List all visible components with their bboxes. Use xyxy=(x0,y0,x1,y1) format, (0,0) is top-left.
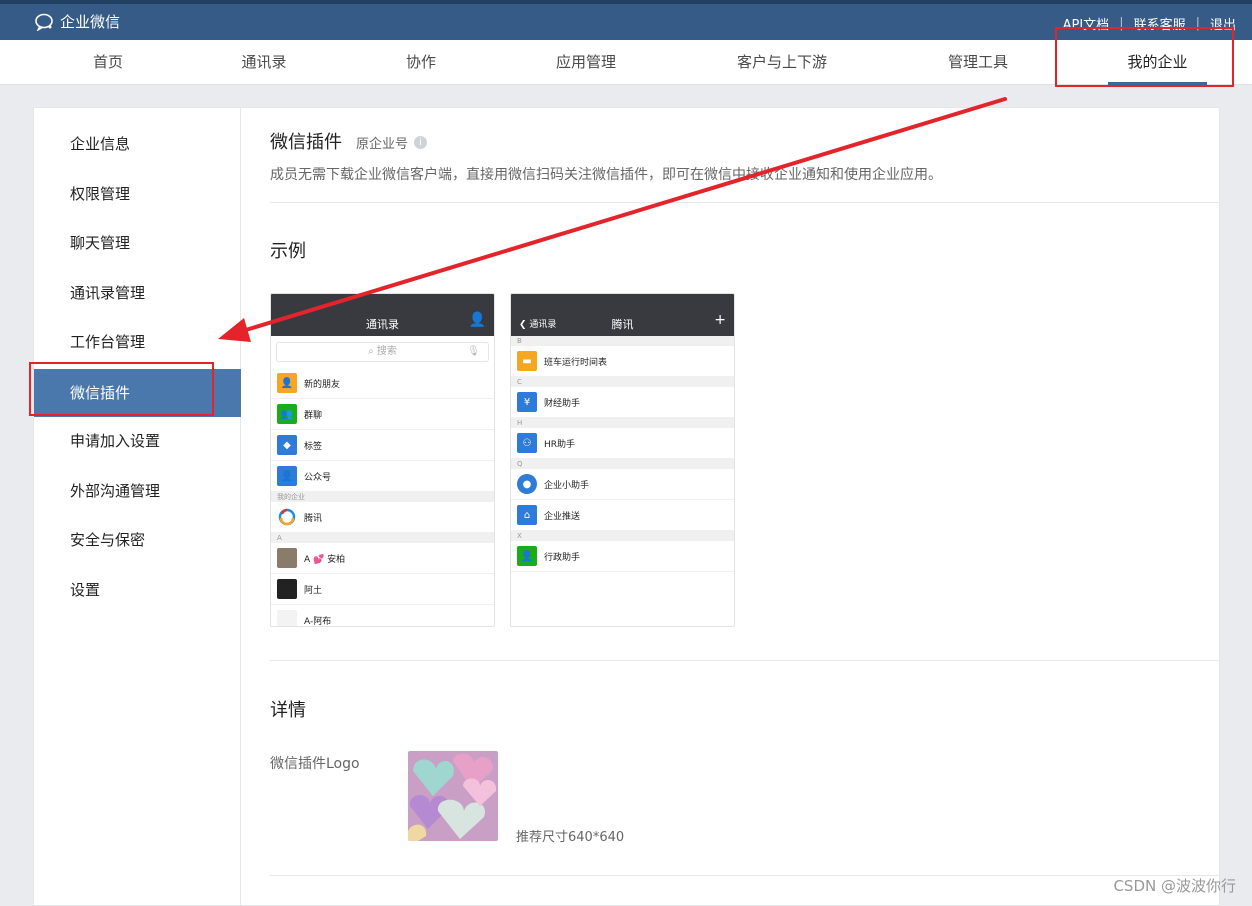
list-item: 腾讯 xyxy=(271,502,494,533)
official-account-icon: 👤 xyxy=(277,466,297,486)
page-header: 微信插件 原企业号 i xyxy=(270,128,428,154)
list-item-label: 阿土 xyxy=(304,585,323,596)
page-description: 成员无需下载企业微信客户端，直接用微信扫码关注微信插件，即可在微信中接收企业通知… xyxy=(270,167,942,183)
sidebar-item-permissions[interactable]: 权限管理 xyxy=(34,170,241,218)
tencent-logo-icon xyxy=(277,507,297,527)
sidebar: 企业信息 权限管理 聊天管理 通讯录管理 工作台管理 微信插件 申请加入设置 外… xyxy=(34,108,241,905)
list-item: A 💕 安柏 xyxy=(271,543,494,574)
list-item-label: HR助手 xyxy=(544,439,576,450)
sidebar-item-join-settings[interactable]: 申请加入设置 xyxy=(34,417,241,465)
list-item: ▬ 班车运行时间表 xyxy=(511,346,734,377)
bus-schedule-icon: ▬ xyxy=(517,351,537,371)
logo-label: 微信插件Logo xyxy=(270,756,360,772)
list-item-label: 腾讯 xyxy=(304,513,323,524)
sidebar-item-chat-management[interactable]: 聊天管理 xyxy=(34,219,241,267)
list-item: ◆ 标签 xyxy=(271,430,494,461)
list-item-label: 标签 xyxy=(304,441,323,452)
brand-logo[interactable]: 企业微信 xyxy=(34,11,120,32)
new-friends-icon: 👤 xyxy=(277,373,297,393)
list-item: ⌂ 企业推送 xyxy=(511,500,734,531)
annotation-box-my-company xyxy=(1055,27,1234,87)
wecom-logo-icon xyxy=(34,13,56,31)
sidebar-item-security[interactable]: 安全与保密 xyxy=(34,516,241,564)
divider xyxy=(270,875,1221,876)
list-item-label: 公众号 xyxy=(304,472,332,483)
section-header: H xyxy=(511,418,734,428)
phone-title: 通讯录 xyxy=(366,318,399,331)
group-chat-icon: 👥 xyxy=(277,404,297,424)
avatar xyxy=(277,579,297,599)
list-item: 👤 公众号 xyxy=(271,461,494,492)
list-item: ⚇ HR助手 xyxy=(511,428,734,459)
phone-header: ❮ 通讯录 腾讯 + xyxy=(511,294,734,336)
home-icon: ⌂ xyxy=(517,505,537,525)
list-item: ¥ 财经助手 xyxy=(511,387,734,418)
tag-icon: ◆ xyxy=(277,435,297,455)
divider xyxy=(270,660,1221,661)
list-item-label: A-阿布 xyxy=(304,616,332,627)
list-item-label: 新的朋友 xyxy=(304,379,341,390)
nav-contacts[interactable]: 通讯录 xyxy=(232,40,296,85)
list-item-label: A 💕 安柏 xyxy=(304,554,346,565)
plugin-logo-image[interactable] xyxy=(408,751,498,841)
section-header: B xyxy=(511,336,734,346)
avatar xyxy=(277,548,297,568)
subtitle-text: 原企业号 xyxy=(356,137,409,152)
add-contact-icon: 👤 xyxy=(468,312,486,328)
content-card: 企业信息 权限管理 聊天管理 通讯录管理 工作台管理 微信插件 申请加入设置 外… xyxy=(33,107,1221,906)
page-title: 微信插件 xyxy=(270,132,342,153)
nav-management-tools[interactable]: 管理工具 xyxy=(938,40,1018,85)
page-subtitle: 原企业号 i xyxy=(356,133,428,152)
sidebar-item-external-communication[interactable]: 外部沟通管理 xyxy=(34,467,241,515)
list-item: 阿土 xyxy=(271,574,494,605)
phone-header: 通讯录 👤 xyxy=(271,294,494,336)
assistant-chat-icon: ● xyxy=(517,474,537,494)
yen-icon: ¥ xyxy=(517,392,537,412)
list-item-label: 企业推送 xyxy=(544,511,581,522)
phone-title: 腾讯 xyxy=(611,318,634,331)
hr-network-icon: ⚇ xyxy=(517,433,537,453)
section-header: A xyxy=(271,533,494,543)
divider xyxy=(270,202,1221,203)
example-section-title: 示例 xyxy=(270,241,306,262)
list-item-label: 企业小助手 xyxy=(544,480,590,491)
search-placeholder: 搜索 xyxy=(376,346,397,357)
section-header: C xyxy=(511,377,734,387)
sidebar-item-settings[interactable]: 设置 xyxy=(34,566,241,614)
list-item: 👥 群聊 xyxy=(271,399,494,430)
annotation-box-wechat-plugin xyxy=(29,362,214,416)
list-item: 👤 新的朋友 xyxy=(271,368,494,399)
brand-name: 企业微信 xyxy=(60,13,121,31)
nav-app-management[interactable]: 应用管理 xyxy=(546,40,626,85)
plus-icon: + xyxy=(714,312,726,328)
microphone-icon: 🎙 xyxy=(467,346,480,357)
section-header: Q xyxy=(511,459,734,469)
sidebar-item-company-info[interactable]: 企业信息 xyxy=(34,120,241,168)
list-item-label: 群聊 xyxy=(304,410,323,421)
sidebar-item-contacts-management[interactable]: 通讯录管理 xyxy=(34,269,241,317)
example-phone-contacts: 通讯录 👤 ⌕ 搜索 🎙 👤 新的朋友 👥 群聊 ◆ 标签 👤 公众号 我的企业 腾讯 … xyxy=(270,293,495,627)
list-item: ● 企业小助手 xyxy=(511,469,734,500)
watermark: CSDN @波波你行 xyxy=(1113,877,1236,895)
search-icon: ⌕ xyxy=(368,346,377,357)
list-item: 👤 行政助手 xyxy=(511,541,734,572)
avatar xyxy=(277,610,297,626)
nav-home[interactable]: 首页 xyxy=(78,40,138,85)
list-item-label: 行政助手 xyxy=(544,552,581,563)
sidebar-item-workbench-management[interactable]: 工作台管理 xyxy=(34,318,241,366)
section-header: X xyxy=(511,531,734,541)
list-item-label: 财经助手 xyxy=(544,398,581,409)
list-item-label: 班车运行时间表 xyxy=(544,357,608,368)
logo-size-note: 推荐尺寸640*640 xyxy=(516,830,625,845)
nav-collaboration[interactable]: 协作 xyxy=(390,40,452,85)
section-header: 我的企业 xyxy=(271,492,494,502)
detail-section-title: 详情 xyxy=(270,700,306,721)
example-phone-company: ❮ 通讯录 腾讯 + B ▬ 班车运行时间表 C ¥ 财经助手 H ⚇ HR助手 Q … xyxy=(510,293,735,627)
admin-person-icon: 👤 xyxy=(517,546,537,566)
info-icon[interactable]: i xyxy=(414,136,428,149)
phone-search-box: ⌕ 搜索 🎙 xyxy=(276,342,489,362)
list-item: A-阿布 xyxy=(271,605,494,627)
nav-customers[interactable]: 客户与上下游 xyxy=(724,40,840,85)
